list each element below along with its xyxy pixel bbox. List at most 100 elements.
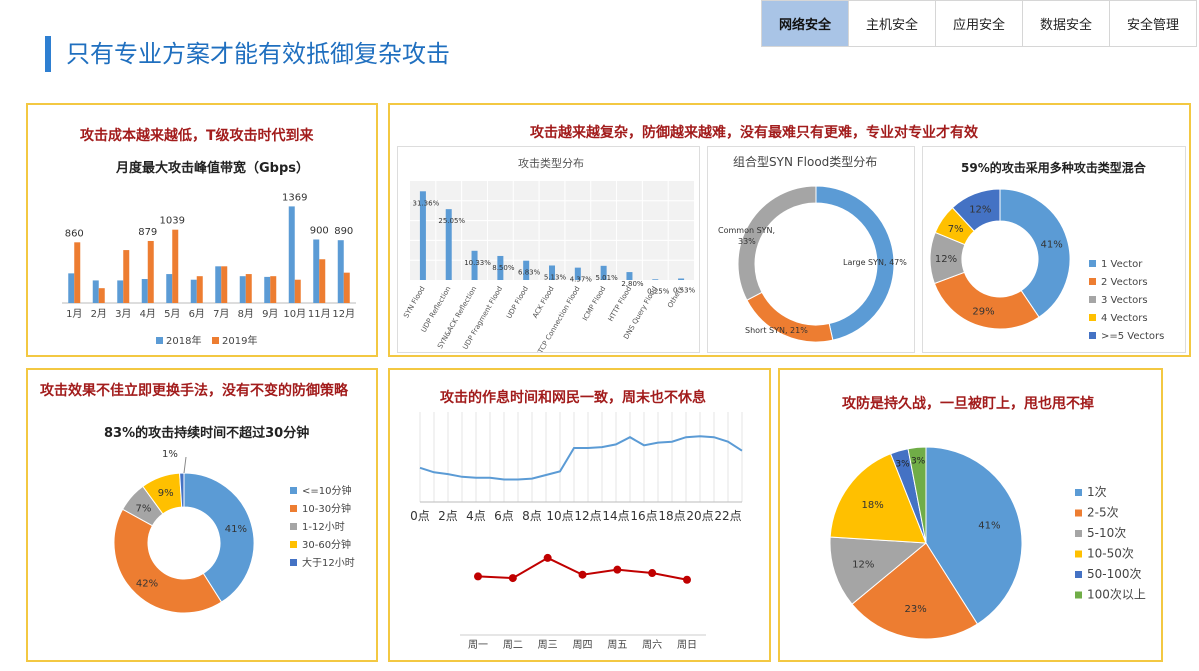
legend-swatch — [1075, 530, 1082, 537]
x-tick-label: 周六 — [642, 639, 662, 651]
legend-label: 3 Vectors — [1101, 295, 1148, 306]
syn-flood-box: 组合型SYN Flood类型分布 Large SYN, 47% Short SYN… — [707, 146, 915, 353]
tab-security-management[interactable]: 安全管理 — [1110, 0, 1197, 47]
x-tick-label: UDP Flood — [505, 285, 530, 320]
legend-swatch — [290, 541, 297, 548]
legend-label: 4 Vectors — [1101, 313, 1148, 324]
legend-label: 30-60分钟 — [302, 538, 351, 551]
slice-label: 42% — [136, 578, 158, 589]
slice-label: 3% — [895, 459, 910, 469]
x-tick-label: ICMP Flood — [581, 285, 607, 322]
x-tick-label: 3月 — [115, 308, 131, 320]
x-tick-label: SYN Flood — [402, 285, 427, 319]
bar-2019 — [98, 288, 105, 303]
slice-label: 41% — [978, 521, 1000, 532]
slice-label: Large SYN, 47% — [843, 258, 907, 267]
slice-label: 7% — [948, 224, 964, 235]
x-tick-label: 8点 — [522, 509, 542, 523]
legend-label: 2-5次 — [1087, 506, 1119, 520]
attack-types-chart: 31.36%SYN Flood25.05%UDP Reflection10.33… — [402, 181, 696, 352]
data-point — [508, 574, 517, 583]
x-tick-label: 周四 — [573, 639, 593, 651]
x-tick-label: 7月 — [213, 308, 229, 320]
data-label: 8.50% — [492, 264, 515, 272]
top-tabs: 网络安全 主机安全 应用安全 数据安全 安全管理 — [761, 0, 1197, 47]
legend-label: 1次 — [1087, 485, 1107, 499]
panel-title: 攻击越来越复杂，防御越来越难，没有最难只有更难，专业对专业才有效 — [530, 125, 978, 141]
slice-label: 29% — [972, 306, 994, 317]
bar-2018 — [288, 206, 295, 303]
slice-label: 12% — [935, 254, 957, 265]
slice-label: 3% — [911, 456, 926, 466]
x-tick-label: 8月 — [238, 308, 254, 320]
legend-label: 50-100次 — [1087, 567, 1142, 581]
x-tick-label: 0点 — [410, 509, 430, 523]
slice-label: 23% — [905, 604, 927, 615]
slice-label: 12% — [969, 205, 991, 216]
bar-2018 — [166, 274, 173, 303]
data-label: 860 — [65, 228, 84, 239]
bar-2018 — [264, 276, 271, 303]
legend-swatch — [1075, 489, 1082, 496]
bar-2019 — [294, 279, 301, 303]
bar-2019 — [319, 259, 326, 303]
tab-network-security[interactable]: 网络安全 — [761, 0, 849, 47]
slice-label: 9% — [158, 488, 174, 499]
bar-2019 — [123, 250, 130, 303]
vectors-box: 59%的攻击采用多种攻击类型混合 41% 29% 12% 7% 12% 1 Vector 2… — [922, 146, 1186, 353]
slice-label: 1% — [162, 449, 178, 460]
legend-label: 2019年 — [222, 334, 257, 347]
x-tick-label: 12点 — [574, 509, 601, 523]
slice-label: 33% — [738, 237, 756, 246]
syn-flood-chart: Large SYN, 47% Short SYN, 21% Common SYN, 3… — [718, 185, 907, 343]
x-tick-label: 16点 — [630, 509, 657, 523]
x-tick-label: 周一 — [468, 639, 488, 651]
chart-title: 83%的攻击持续时间不超过30分钟 — [104, 426, 310, 441]
legend-label: 1-12小时 — [302, 521, 345, 533]
legend-swatch — [212, 337, 219, 344]
vectors-chart: 41% 29% 12% 7% 12% 1 Vector 2 Vectors 3 Vectors… — [929, 188, 1164, 342]
data-point — [683, 575, 691, 584]
tab-host-security[interactable]: 主机安全 — [849, 0, 936, 47]
x-tick-label: 10月 — [283, 308, 306, 320]
bar-2019 — [270, 276, 277, 303]
bar-2019 — [343, 272, 350, 303]
legend-swatch — [1089, 278, 1096, 285]
panel-title: 攻击成本越来越低，T级攻击时代到来 — [80, 128, 314, 144]
bar-2018 — [117, 280, 124, 303]
x-tick-label: ACK Flood — [531, 285, 556, 320]
x-tick-label: 10点 — [546, 509, 573, 523]
tab-data-security[interactable]: 数据安全 — [1023, 0, 1110, 47]
panel-title: 攻击效果不佳立即更换手法，没有不变的防御策略 — [40, 383, 348, 399]
bar — [678, 278, 685, 280]
legend-swatch — [290, 523, 297, 530]
bar-2018 — [239, 276, 246, 303]
bar-2018 — [337, 240, 344, 303]
slice-label: Short SYN, 21% — [745, 326, 808, 335]
x-tick-label: 周五 — [607, 639, 627, 651]
slice-label: 41% — [1041, 239, 1063, 250]
bar-2019 — [172, 229, 179, 303]
data-label: 5.01% — [596, 274, 619, 282]
panel-attack-cost: 攻击成本越来越低，T级攻击时代到来 月度最大攻击峰值带宽（Gbps） 1月 860… — [26, 103, 378, 357]
panel-attack-duration: 攻击效果不佳立即更换手法，没有不变的防御策略 83%的攻击持续时间不超过30分钟… — [26, 368, 378, 662]
legend-swatch — [1075, 550, 1082, 558]
data-label: 25.05% — [438, 217, 465, 225]
legend-swatch — [1075, 591, 1082, 599]
data-point — [474, 572, 482, 581]
x-tick-label: 11月 — [308, 308, 331, 320]
x-tick-label: 周日 — [677, 639, 697, 651]
legend-swatch — [1089, 332, 1096, 339]
slice-label: 41% — [225, 524, 247, 535]
plot-background — [410, 181, 694, 280]
x-tick-label: 2月 — [91, 308, 107, 320]
legend-label: 5-10次 — [1087, 526, 1126, 540]
data-label: 900 — [310, 225, 329, 236]
x-tick-label: 4月 — [140, 308, 156, 320]
tab-app-security[interactable]: 应用安全 — [936, 0, 1023, 47]
legend-label: 1 Vector — [1101, 259, 1143, 270]
data-label: 890 — [334, 226, 353, 237]
x-tick-label: 20点 — [686, 509, 713, 523]
bar — [626, 272, 633, 280]
legend-swatch — [156, 337, 163, 344]
